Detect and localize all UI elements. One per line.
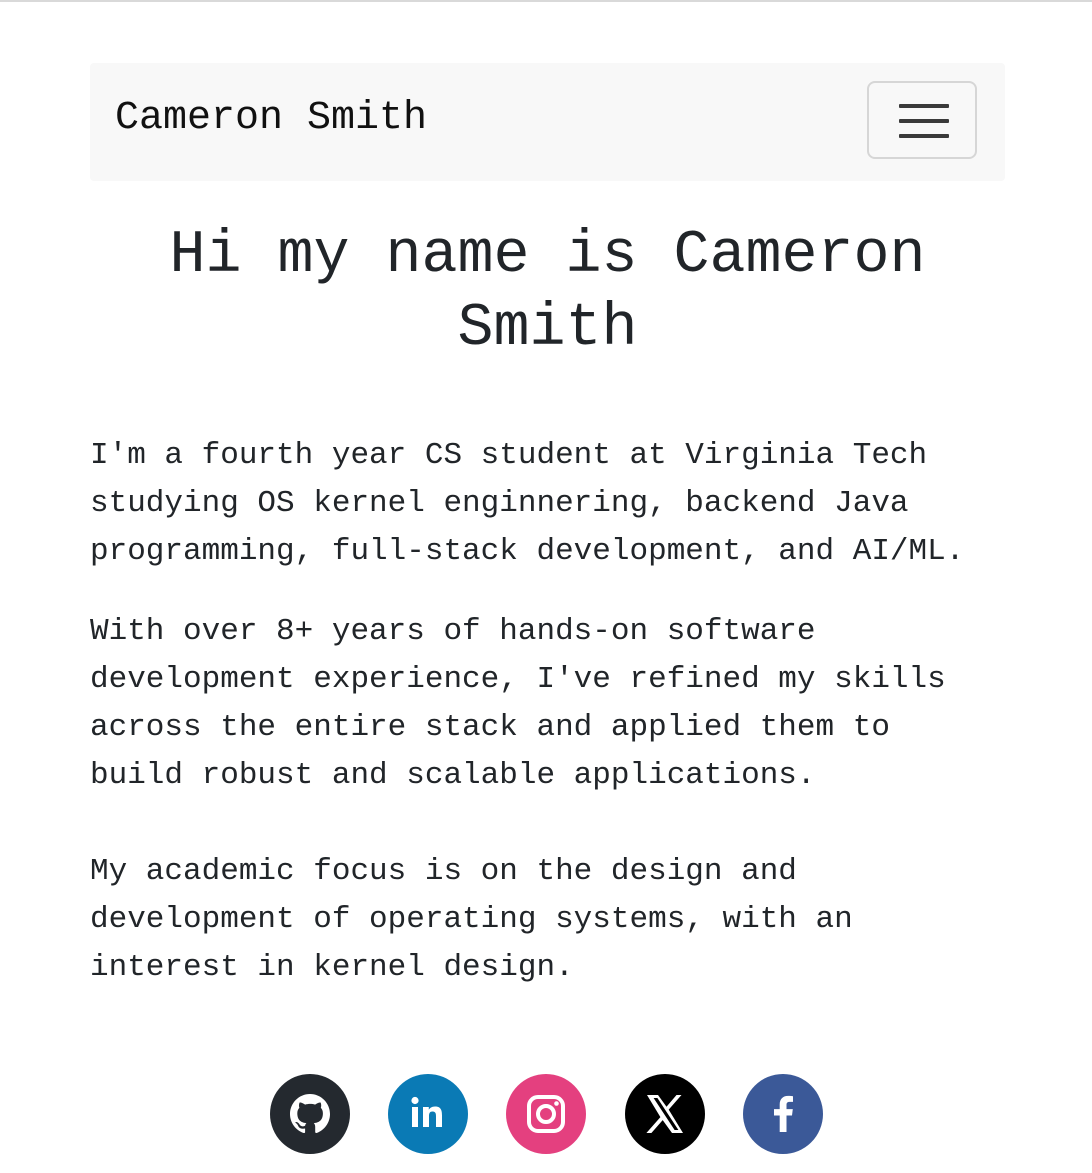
navbar-toggler-button[interactable] [867,81,977,159]
github-link[interactable] [270,1074,350,1154]
facebook-icon [774,1095,793,1132]
instagram-link[interactable] [506,1074,586,1154]
facebook-link[interactable] [743,1074,823,1154]
github-icon [290,1094,330,1134]
instagram-icon [527,1095,565,1133]
navbar: Cameron Smith [90,63,1005,181]
x-twitter-icon [646,1095,683,1133]
about-paragraph-2: With over 8+ years of hands-on software … [90,614,946,793]
x-twitter-link[interactable] [625,1074,705,1154]
navbar-brand[interactable]: Cameron Smith [115,95,427,143]
about-paragraph-1: I'm a fourth year CS student at Virginia… [90,438,965,569]
linkedin-icon [411,1096,442,1127]
page-title: Hi my name is Cameron Smith [169,222,926,363]
social-links [0,1074,1092,1154]
top-border [0,0,1092,2]
about-paragraph-3: My academic focus is on the design and d… [90,854,853,985]
hamburger-menu-icon [899,104,949,138]
linkedin-link[interactable] [388,1074,468,1154]
